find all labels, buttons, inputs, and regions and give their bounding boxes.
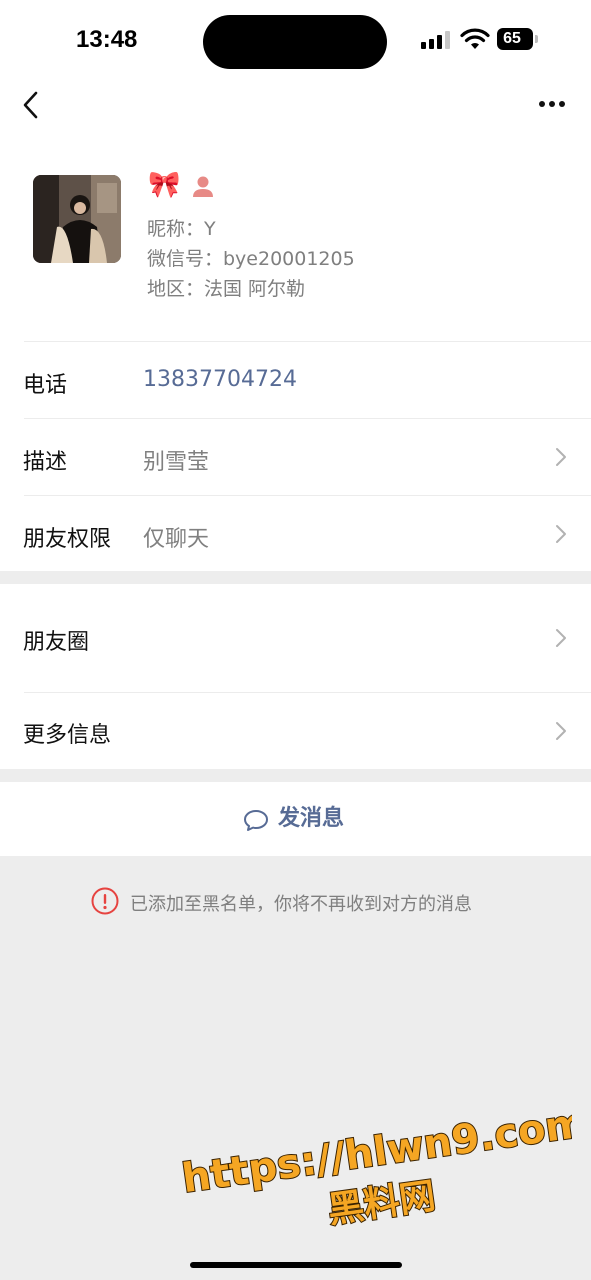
phone-label: 电话 bbox=[23, 373, 68, 398]
region-text: 地区：法国 阿尔勒 bbox=[147, 278, 306, 300]
status-bar: 13:48 65 bbox=[0, 0, 591, 80]
chevron-right-icon bbox=[556, 525, 566, 543]
moments-row[interactable]: 朋友圈 bbox=[0, 584, 591, 692]
more-info-row[interactable]: 更多信息 bbox=[0, 693, 591, 769]
more-info-label: 更多信息 bbox=[23, 723, 112, 748]
signal-icon bbox=[421, 31, 455, 49]
permission-value: 仅聊天 bbox=[143, 527, 210, 552]
chevron-left-icon[interactable] bbox=[18, 90, 48, 120]
nav-bar bbox=[0, 80, 591, 140]
battery-tip bbox=[535, 35, 538, 43]
person-icon bbox=[193, 176, 213, 197]
warning-icon bbox=[91, 887, 119, 915]
more-section: 朋友圈 更多信息 bbox=[0, 584, 591, 769]
permission-row[interactable]: 朋友权限 仅聊天 bbox=[0, 496, 591, 571]
watermark-logo: https://hlwn9.com 黑料网 bbox=[178, 1099, 572, 1228]
send-message-label: 发消息 bbox=[278, 806, 345, 831]
wechat-id-text: 微信号：bye20001205 bbox=[147, 248, 355, 270]
blacklist-notice-text: 已添加至黑名单，你将不再收到对方的消息 bbox=[130, 894, 472, 915]
description-value: 别雪莹 bbox=[143, 450, 210, 475]
watermark-site-name: 黑料网 bbox=[325, 1176, 438, 1228]
moments-label: 朋友圈 bbox=[23, 630, 90, 655]
phone-row[interactable]: 电话 13837704724 bbox=[0, 342, 591, 418]
wifi-icon bbox=[460, 28, 490, 49]
nickname-text: 昵称：Y bbox=[147, 218, 216, 240]
description-row[interactable]: 描述 别雪莹 bbox=[0, 419, 591, 495]
battery-icon: 65 bbox=[497, 28, 533, 50]
profile-card: 🎀 昵称：Y 微信号：bye20001205 地区：法国 阿尔勒 bbox=[0, 140, 591, 342]
more-dots-icon[interactable] bbox=[538, 94, 568, 114]
bow-emoji: 🎀 bbox=[148, 170, 181, 200]
chevron-right-icon bbox=[556, 448, 566, 466]
home-indicator bbox=[190, 1262, 402, 1268]
permission-label: 朋友权限 bbox=[23, 527, 112, 552]
chevron-right-icon bbox=[556, 722, 566, 740]
status-time: 13:48 bbox=[76, 26, 138, 53]
send-message-button[interactable]: 发消息 bbox=[0, 782, 591, 856]
avatar[interactable] bbox=[33, 175, 121, 263]
phone-number[interactable]: 13837704724 bbox=[143, 367, 297, 392]
battery-level: 65 bbox=[503, 30, 521, 47]
contact-info-section: 电话 13837704724 描述 别雪莹 朋友权限 仅聊天 bbox=[0, 342, 591, 571]
chat-bubble-icon bbox=[244, 810, 268, 831]
chevron-right-icon bbox=[556, 629, 566, 647]
dynamic-island bbox=[203, 15, 387, 69]
description-label: 描述 bbox=[23, 450, 68, 475]
